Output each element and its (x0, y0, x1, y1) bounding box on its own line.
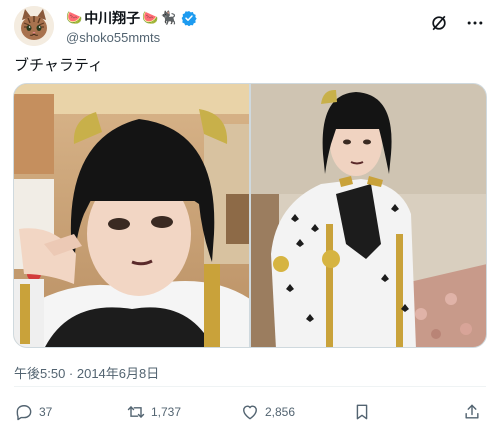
more-options-icon[interactable] (464, 12, 486, 34)
verified-badge-icon (181, 10, 197, 26)
like-button[interactable]: 2,856 (240, 400, 295, 424)
author-name-row[interactable]: 🍉 中川翔子 🍉 🐈‍⬛ (66, 9, 197, 27)
cosplay-photo-fullbody (251, 84, 486, 347)
media-photo-2[interactable] (251, 84, 486, 347)
watermelon-emoji: 🍉 (66, 10, 83, 25)
retweet-count: 1,737 (151, 405, 182, 419)
tweet-actions: 37 1,737 2,856 (14, 400, 486, 424)
cosplay-photo-closeup (14, 84, 249, 347)
divider (14, 386, 486, 387)
bookmark-icon (352, 402, 372, 422)
grok-icon[interactable] (428, 12, 450, 34)
cat-avatar-icon (14, 6, 54, 46)
share-icon (462, 402, 482, 422)
like-icon (240, 402, 260, 422)
author-info: 🍉 中川翔子 🍉 🐈‍⬛ @shoko55mmts (66, 9, 197, 45)
like-count: 2,856 (265, 405, 296, 419)
share-button[interactable] (462, 400, 482, 424)
tweet-text: ブチャラティ (14, 57, 103, 74)
tweet-header: 🍉 中川翔子 🍉 🐈‍⬛ @shoko55mmts (14, 6, 486, 46)
avatar[interactable] (14, 6, 54, 46)
author-display-name[interactable]: 中川翔子 (84, 8, 140, 28)
reply-icon (14, 402, 34, 422)
retweet-icon (126, 402, 146, 422)
reply-button[interactable]: 37 (14, 400, 52, 424)
watermelon-emoji: 🍉 (142, 10, 159, 25)
tweet-media (13, 83, 487, 348)
media-photo-1[interactable] (14, 84, 249, 347)
header-actions (428, 12, 486, 34)
retweet-button[interactable]: 1,737 (126, 400, 181, 424)
reply-count: 37 (39, 405, 53, 419)
black-cat-emoji: 🐈‍⬛ (160, 10, 177, 25)
author-handle[interactable]: @shoko55mmts (66, 30, 197, 45)
bookmark-button[interactable] (352, 400, 372, 424)
tweet-timestamp[interactable]: 午後5:50 · 2014年6月8日 (14, 363, 159, 382)
